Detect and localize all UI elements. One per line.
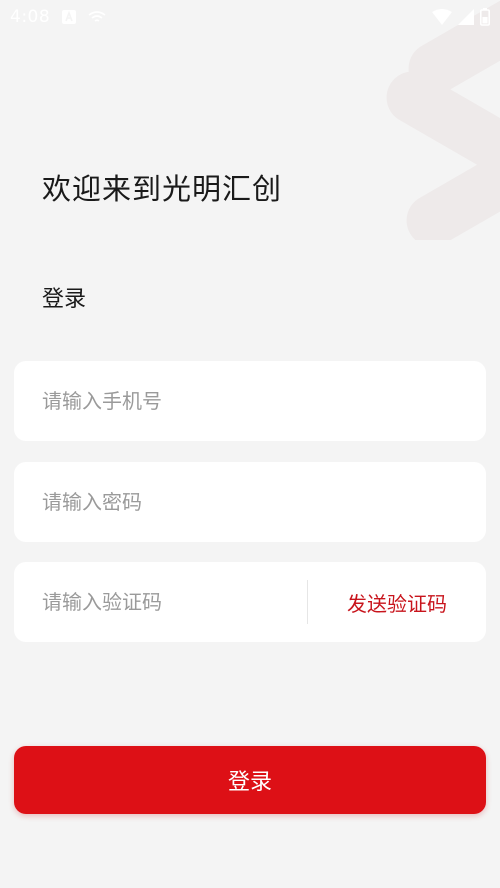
login-button[interactable]: 登录 <box>14 746 486 814</box>
wifi-icon <box>432 9 452 25</box>
decorative-background-shape <box>386 0 500 240</box>
login-section-label: 登录 <box>42 287 87 312</box>
cast-icon <box>88 11 106 23</box>
battery-icon <box>480 8 490 26</box>
status-bar: 4:08 <box>0 0 500 34</box>
cellular-icon <box>458 9 474 25</box>
status-time: 4:08 <box>10 7 51 27</box>
phone-field-container <box>14 361 486 441</box>
verification-code-input[interactable] <box>14 562 307 642</box>
notification-a-icon <box>62 10 77 24</box>
verification-code-field-container: 发送验证码 <box>14 562 486 642</box>
status-right <box>432 8 490 26</box>
phone-input[interactable] <box>14 361 486 441</box>
password-field-container <box>14 462 486 542</box>
send-code-button[interactable]: 发送验证码 <box>308 588 486 617</box>
status-left: 4:08 <box>10 7 106 27</box>
page-title: 欢迎来到光明汇创 <box>42 172 283 206</box>
password-input[interactable] <box>14 462 486 542</box>
